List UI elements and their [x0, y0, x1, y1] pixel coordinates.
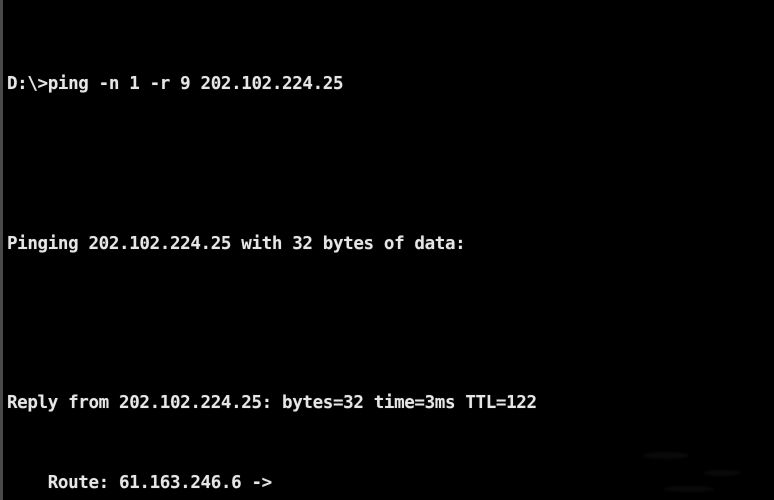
terminal-line-reply: Reply from 202.102.224.25: bytes=32 time… — [7, 393, 537, 414]
terminal-line-route-hop: Route: 61.163.246.6 -> — [7, 473, 272, 494]
terminal-output[interactable]: D:\>ping -n 1 -r 9 202.102.224.25 Pingin… — [7, 18, 774, 500]
terminal-line-pinging: Pinging 202.102.224.25 with 32 bytes of … — [7, 233, 466, 254]
command-prompt-window[interactable]: D:\>ping -n 1 -r 9 202.102.224.25 Pingin… — [0, 0, 774, 500]
terminal-line-prompt: D:\>ping -n 1 -r 9 202.102.224.25 — [7, 74, 344, 95]
